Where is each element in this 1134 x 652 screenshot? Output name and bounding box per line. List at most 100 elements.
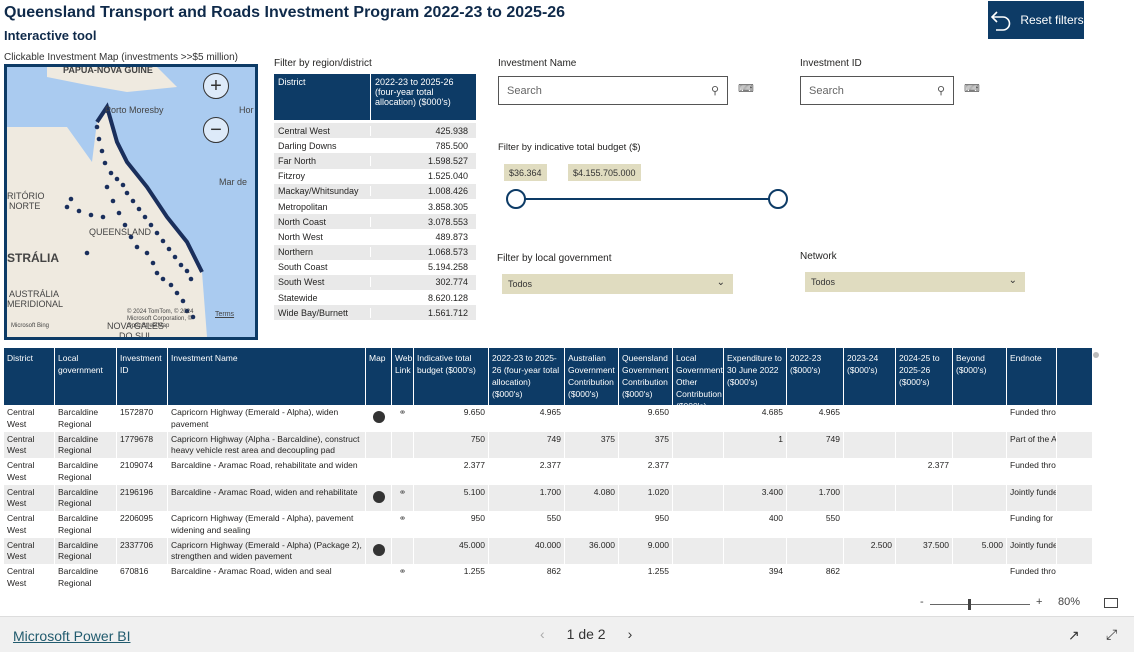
investment-marker[interactable]	[64, 204, 70, 210]
eraser-icon[interactable]: ⌨	[738, 82, 754, 95]
fullscreen-icon[interactable]: ⤢	[1106, 626, 1117, 643]
region-row[interactable]: South West 302.774	[274, 274, 476, 291]
investment-marker[interactable]	[134, 244, 140, 250]
table-row[interactable]: Central West Barcaldine Regional 2109074 Ba…	[4, 458, 1092, 485]
table-scrollbar[interactable]	[1093, 352, 1099, 358]
column-header[interactable]: Local government	[55, 348, 117, 405]
investment-marker[interactable]	[160, 276, 166, 282]
column-header[interactable]: Queensland Government Contribution ($000…	[619, 348, 673, 405]
investment-id-search[interactable]: Search ⚲	[800, 76, 954, 105]
zoom-track[interactable]	[930, 604, 1030, 605]
investment-marker[interactable]	[114, 176, 120, 182]
investment-marker[interactable]	[144, 250, 150, 256]
investment-marker[interactable]	[184, 268, 190, 274]
investment-marker[interactable]	[88, 212, 94, 218]
column-header[interactable]: 2022-23 to 2025-26 (four-year total allo…	[489, 348, 565, 405]
investment-marker[interactable]	[120, 182, 126, 188]
investment-marker[interactable]	[116, 210, 122, 216]
investment-map[interactable]: + − PAPUA-NOVA GUINÉ Porto Moresby Hor M…	[4, 64, 258, 340]
investment-name-search[interactable]: Search ⚲	[498, 76, 728, 105]
link-icon[interactable]: ⚭	[399, 487, 407, 499]
investment-marker[interactable]	[130, 198, 136, 204]
share-icon[interactable]: ↗	[1068, 627, 1080, 644]
investment-marker[interactable]	[180, 298, 186, 304]
map-marker-icon[interactable]	[372, 490, 385, 503]
investment-marker[interactable]	[94, 124, 100, 130]
region-row[interactable]: Metropolitan 3.858.305	[274, 199, 476, 214]
investment-marker[interactable]	[168, 282, 174, 288]
investment-marker[interactable]	[172, 254, 178, 260]
power-bi-link[interactable]: Microsoft Power BI	[13, 628, 130, 644]
table-row[interactable]: Central West Barcaldine Regional 2196196 Ba…	[4, 484, 1092, 511]
column-header[interactable]: Local Government/ Other Contribution ($0…	[673, 348, 724, 405]
investment-marker[interactable]	[102, 160, 108, 166]
column-header[interactable]: District	[4, 348, 55, 405]
network-dropdown[interactable]: Todos ⌄	[805, 272, 1025, 292]
investment-marker[interactable]	[174, 290, 180, 296]
next-page-icon[interactable]: ›	[628, 626, 633, 642]
investment-marker[interactable]	[110, 198, 116, 204]
investment-marker[interactable]	[136, 206, 142, 212]
region-row[interactable]: Far North 1.598.527	[274, 153, 476, 169]
table-row[interactable]: Central West Barcaldine Regional 2337706 Ca…	[4, 537, 1092, 564]
reset-filters-button[interactable]: Reset filters	[988, 1, 1084, 39]
column-header[interactable]: Expenditure to 30 June 2022 ($000's)	[724, 348, 787, 405]
column-header[interactable]: 2023-24 ($000's)	[844, 348, 896, 405]
budget-slider-track[interactable]	[516, 198, 778, 200]
region-row[interactable]: North West 489.873	[274, 229, 476, 244]
investment-marker[interactable]	[154, 230, 160, 236]
map-terms-link[interactable]: Terms	[215, 311, 234, 318]
investment-marker[interactable]	[188, 276, 194, 282]
column-header[interactable]: Endnote	[1007, 348, 1057, 405]
investment-marker[interactable]	[150, 260, 156, 266]
investment-marker[interactable]	[68, 196, 74, 202]
investment-marker[interactable]	[160, 238, 166, 244]
column-header[interactable]: 2022-23 ($000's)	[787, 348, 844, 405]
budget-min-value[interactable]: $36.364	[504, 164, 547, 181]
map-marker-icon[interactable]	[372, 543, 385, 556]
region-row[interactable]: Fitzroy 1.525.040	[274, 169, 476, 184]
region-row[interactable]: Statewide 8.620.128	[274, 290, 476, 305]
fit-page-icon[interactable]	[1104, 598, 1118, 608]
table-row[interactable]: Central West Barcaldine Regional 1779678 Ca…	[4, 431, 1092, 458]
region-row[interactable]: Darling Downs 785.500	[274, 138, 476, 153]
region-row[interactable]: Central West 425.938	[274, 123, 476, 139]
investment-marker[interactable]	[96, 136, 102, 142]
budget-slider-max-handle[interactable]	[768, 189, 788, 209]
column-header[interactable]: 2024-25 to 2025-26 ($000's)	[896, 348, 953, 405]
investment-marker[interactable]	[100, 214, 106, 220]
column-header[interactable]: Indicative total budget ($000's)	[414, 348, 489, 405]
investment-table[interactable]: District Local government Investment ID Inv…	[4, 348, 1092, 592]
investment-marker[interactable]	[108, 170, 114, 176]
region-row[interactable]: Wide Bay/Burnett 1.561.712	[274, 305, 476, 321]
column-header[interactable]: Web Link	[392, 348, 414, 405]
region-table[interactable]: District 2022-23 to 2025-26 (four-year t…	[274, 74, 476, 321]
zoom-minus-button[interactable]: -	[920, 596, 924, 608]
investment-marker[interactable]	[166, 246, 172, 252]
region-row[interactable]: South Coast 5.194.258	[274, 260, 476, 275]
region-row[interactable]: Mackay/Whitsunday 1.008.426	[274, 183, 476, 199]
investment-marker[interactable]	[142, 214, 148, 220]
link-icon[interactable]: ⚭	[399, 566, 407, 578]
investment-marker[interactable]	[124, 190, 130, 196]
prev-page-icon[interactable]: ‹	[540, 626, 545, 642]
region-col-district[interactable]: District	[274, 74, 370, 120]
zoom-in-button[interactable]: +	[203, 73, 229, 99]
table-row[interactable]: Central West Barcaldine Regional 1572870 Ca…	[4, 405, 1092, 432]
map-marker-icon[interactable]	[372, 411, 385, 423]
table-row[interactable]: Central West Barcaldine Regional 670816 Bar…	[4, 564, 1092, 591]
column-header[interactable]: Investment ID	[117, 348, 168, 405]
investment-marker[interactable]	[99, 148, 105, 154]
investment-marker[interactable]	[76, 208, 82, 214]
region-row[interactable]: Northern 1.068.573	[274, 244, 476, 260]
budget-max-value[interactable]: $4.155.705.000	[568, 164, 641, 181]
investment-marker[interactable]	[104, 184, 110, 190]
region-col-allocation[interactable]: 2022-23 to 2025-26 (four-year total allo…	[370, 74, 472, 120]
zoom-control[interactable]: - + 80%	[920, 596, 1130, 612]
investment-marker[interactable]	[178, 262, 184, 268]
column-header[interactable]: Beyond ($000's)	[953, 348, 1007, 405]
investment-marker[interactable]	[84, 250, 90, 256]
link-icon[interactable]: ⚭	[399, 513, 407, 525]
column-header[interactable]: Australian Government Contribution ($000…	[565, 348, 619, 405]
budget-slider-min-handle[interactable]	[506, 189, 526, 209]
